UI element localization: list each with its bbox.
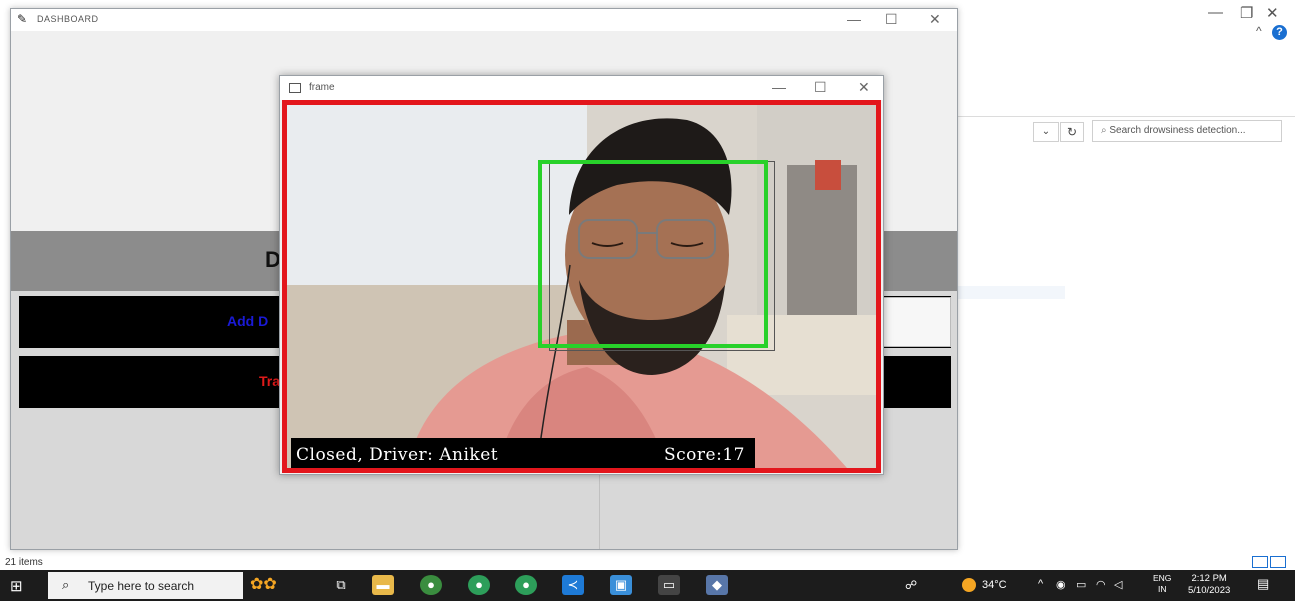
help-icon[interactable]: ? xyxy=(1272,25,1287,40)
search-icon: ⌕ xyxy=(62,577,70,592)
clock[interactable]: 2:12 PM 5/10/2023 xyxy=(1188,573,1230,597)
frame-window: frame — ☐ ✕ Closed, Driver: Aniket Score… xyxy=(279,75,884,475)
dashboard-close-button[interactable]: ✕ xyxy=(929,11,941,28)
chrome-icon[interactable]: ● xyxy=(420,575,442,595)
show-hidden-icons-icon[interactable]: ^ xyxy=(1038,578,1043,590)
task-view-icon[interactable]: ⧉ xyxy=(330,575,352,595)
notification-icon[interactable]: ▤ xyxy=(1257,576,1277,594)
feather-icon: ✎ xyxy=(17,12,28,26)
tiles-view-icon[interactable] xyxy=(1270,556,1286,568)
people-icon[interactable]: ☍ xyxy=(905,578,917,592)
explorer-minimize-button[interactable]: — xyxy=(1208,4,1223,21)
taskbar-search-placeholder: Type here to search xyxy=(88,579,195,593)
details-view-icon[interactable] xyxy=(1252,556,1268,568)
view-toggle[interactable] xyxy=(1252,555,1292,569)
file-explorer-icon[interactable]: ▬ xyxy=(372,575,394,595)
weather-icon[interactable] xyxy=(962,578,976,592)
explorer-restore-button[interactable]: ❐ xyxy=(1240,4,1253,22)
drowsiness-score: Score:17 xyxy=(664,445,745,465)
region-code: IN xyxy=(1157,584,1167,594)
chrome-icon[interactable]: ● xyxy=(515,575,537,595)
ribbon-collapse-icon[interactable]: ^ xyxy=(1256,24,1262,38)
chrome-icon[interactable]: ● xyxy=(468,575,490,595)
terminal-icon[interactable]: ▭ xyxy=(658,575,680,595)
frame-title: frame xyxy=(309,82,335,93)
wifi-icon[interactable]: ◠ xyxy=(1096,578,1106,591)
address-history-dropdown[interactable]: ⌄ xyxy=(1033,122,1059,142)
detection-status-text: Closed, Driver: Aniket xyxy=(296,445,499,465)
taskbar-search-box[interactable]: ⌕ Type here to search xyxy=(48,572,243,599)
train-label: Tra xyxy=(259,373,281,389)
volume-icon[interactable]: ◁ xyxy=(1114,578,1122,591)
side-panel xyxy=(873,297,951,347)
add-driver-label: Add D xyxy=(227,313,269,329)
webcam-feed: Closed, Driver: Aniket Score:17 xyxy=(282,100,881,473)
language-code: ENG xyxy=(1153,573,1172,583)
status-item-count: 21 items xyxy=(5,557,43,568)
explorer-search-input[interactable]: ⌕ Search drowsiness detection... xyxy=(1092,120,1282,142)
frame-maximize-button[interactable]: ☐ xyxy=(814,79,827,96)
clock-time: 2:12 PM xyxy=(1191,573,1227,584)
detection-status-bar: Closed, Driver: Aniket Score:17 xyxy=(291,438,755,468)
vscode-icon[interactable]: ≺ xyxy=(562,575,584,595)
clock-date: 5/10/2023 xyxy=(1188,585,1231,596)
window-icon xyxy=(289,83,301,93)
search-highlight-icon[interactable]: ✿✿ xyxy=(250,574,277,594)
frame-minimize-button[interactable]: — xyxy=(772,79,786,95)
python-icon[interactable]: ◆ xyxy=(706,575,728,595)
ribbon-divider xyxy=(955,116,1295,117)
photos-icon[interactable]: ▣ xyxy=(610,575,632,595)
frame-titlebar[interactable]: frame — ☐ ✕ xyxy=(280,76,883,100)
windows-start-icon[interactable]: ⊞ xyxy=(10,577,23,595)
face-detection-box xyxy=(538,160,768,348)
temperature[interactable]: 34°C xyxy=(982,579,1007,591)
battery-icon[interactable]: ▭ xyxy=(1076,578,1086,591)
frame-close-button[interactable]: ✕ xyxy=(858,79,870,96)
dashboard-titlebar[interactable]: ✎ DASHBOARD — ☐ ✕ xyxy=(11,9,957,31)
explorer-search-placeholder: Search drowsiness detection... xyxy=(1109,125,1246,136)
language-indicator[interactable]: ENG IN xyxy=(1153,573,1171,595)
meet-now-icon[interactable]: ◉ xyxy=(1056,578,1066,591)
dashboard-title: DASHBOARD xyxy=(37,14,99,24)
dashboard-minimize-button[interactable]: — xyxy=(847,11,861,27)
explorer-close-button[interactable]: ✕ xyxy=(1266,4,1279,22)
dashboard-maximize-button[interactable]: ☐ xyxy=(885,11,898,28)
refresh-icon[interactable]: ↻ xyxy=(1060,122,1084,142)
taskbar: ⊞ ⌕ Type here to search ✿✿ ⧉ ▬ ● ● ● ≺ ▣… xyxy=(0,570,1295,601)
